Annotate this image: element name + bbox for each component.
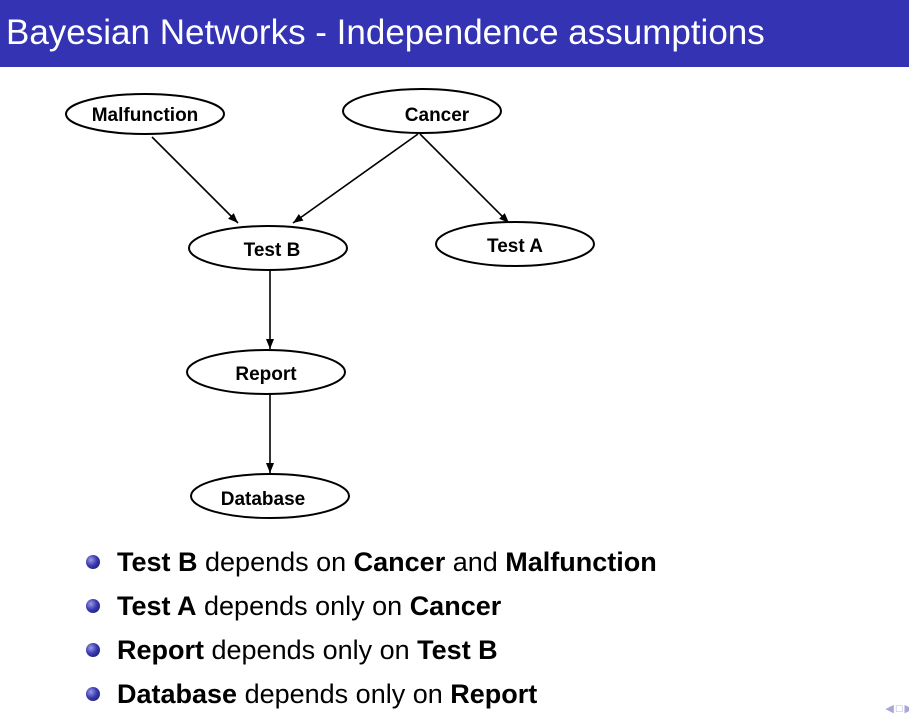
- beamer-navigation: ◀□▶: [885, 702, 909, 716]
- bullet-object: Malfunction: [505, 547, 657, 577]
- node-test-a: Test A: [435, 221, 595, 267]
- edge-cancer-testb: [292, 133, 419, 224]
- bullet-object: Report: [450, 679, 538, 709]
- triangle-left-icon[interactable]: ◀: [885, 703, 895, 715]
- bullet-text: depends only on: [204, 635, 418, 665]
- bullet-conjunction: and: [445, 547, 506, 577]
- bayesian-network-diagram: Malfunction Cancer Test B Test A Report …: [65, 88, 595, 519]
- bullet-list: Test B depends on Cancer and Malfunction…: [86, 540, 657, 716]
- bullet-item: Database depends only on Report: [86, 672, 657, 716]
- bullet-subject: Database: [117, 679, 238, 709]
- edge-cancer-testa: [419, 133, 510, 224]
- node-cancer: Cancer: [342, 88, 502, 134]
- node-report-label: Report: [235, 364, 297, 385]
- bullet-text: depends on: [197, 547, 354, 577]
- bullet-dot-icon: [86, 555, 100, 569]
- frame-icon[interactable]: □: [896, 703, 905, 715]
- title-bar: Bayesian Networks - Independence assumpt…: [0, 0, 909, 67]
- bullet-subject: Test A: [117, 591, 197, 621]
- node-test-b-label: Test B: [244, 240, 301, 261]
- edge-malfunction-testb: [151, 136, 239, 224]
- node-report: Report: [186, 349, 346, 395]
- node-malfunction: Malfunction: [65, 93, 225, 135]
- bullet-item: Test B depends on Cancer and Malfunction: [86, 540, 657, 584]
- bullet-item: Test A depends only on Cancer: [86, 584, 657, 628]
- bullet-dot-icon: [86, 687, 100, 701]
- bullet-dot-icon: [86, 599, 100, 613]
- bullet-text: depends only on: [237, 679, 451, 709]
- slide-title: Bayesian Networks - Independence assumpt…: [6, 13, 765, 52]
- node-test-b: Test B: [188, 225, 348, 271]
- bullet-subject: Report: [117, 635, 204, 665]
- node-cancer-label: Cancer: [405, 105, 470, 126]
- bullet-text: depends only on: [196, 591, 410, 621]
- node-database: Database: [190, 473, 350, 519]
- bullet-object: Cancer: [353, 547, 446, 577]
- node-test-a-label: Test A: [487, 236, 543, 257]
- bullet-object: Test B: [417, 635, 498, 665]
- node-database-label: Database: [221, 489, 306, 510]
- triangle-right-icon[interactable]: ▶: [905, 703, 909, 715]
- bullet-dot-icon: [86, 643, 100, 657]
- node-malfunction-label: Malfunction: [92, 105, 199, 126]
- bullet-object: Cancer: [409, 591, 502, 621]
- bullet-item: Report depends only on Test B: [86, 628, 657, 672]
- bullet-subject: Test B: [117, 547, 198, 577]
